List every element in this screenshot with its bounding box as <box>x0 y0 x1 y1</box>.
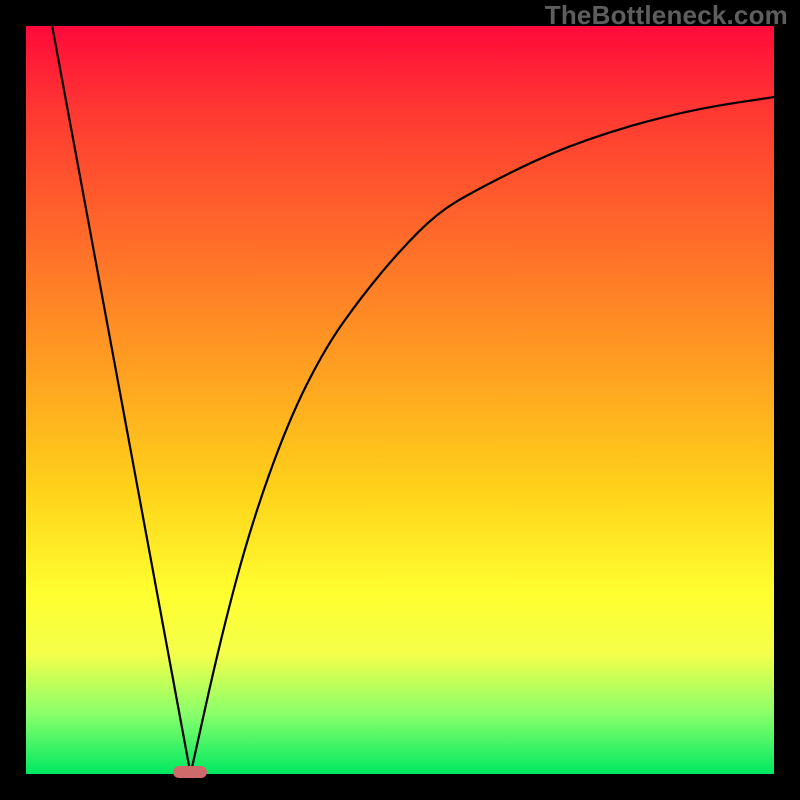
chart-frame: TheBottleneck.com <box>0 0 800 800</box>
optimal-range-marker <box>173 766 207 778</box>
watermark-text: TheBottleneck.com <box>545 0 788 31</box>
plot-gradient-background <box>26 26 774 774</box>
